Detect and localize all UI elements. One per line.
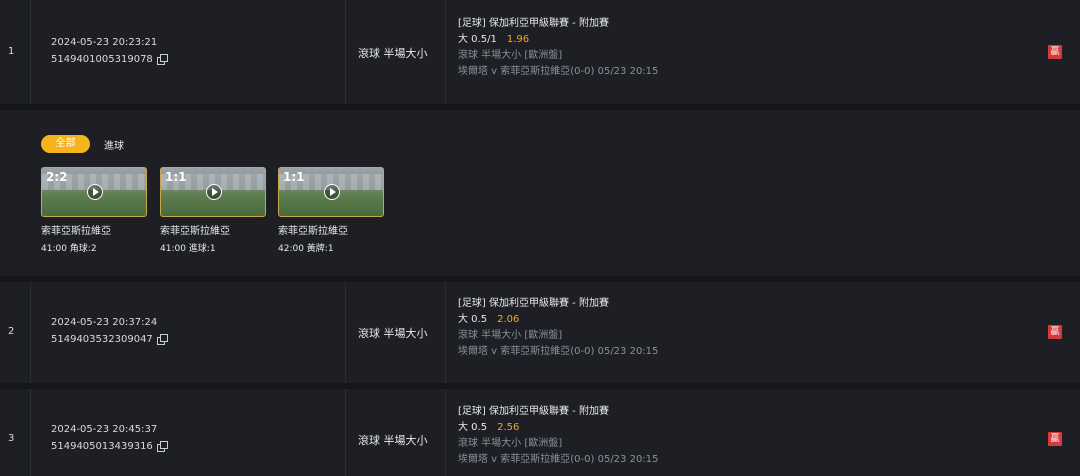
pick: 大 0.5/1	[458, 34, 497, 45]
pick-line: 大 0.5 2.06	[458, 312, 658, 328]
bet-detail: [足球] 保加利亞甲級聯賽 - 附加賽 大 0.5 2.06 滾球 半場大小 [歐…	[458, 296, 658, 360]
clip-thumbnail[interactable]: 2:2	[41, 167, 147, 217]
clip-event: 41:00 進球:1	[160, 244, 216, 254]
divider	[30, 389, 31, 476]
divider	[445, 0, 446, 104]
highlights-panel: 全部 進球 2:2 索菲亞斯拉維亞 41:00 角球:2 1:1 索菲亞斯拉維亞…	[0, 110, 1080, 276]
divider	[445, 389, 446, 476]
bet-type: 滾球 半場大小	[358, 47, 428, 60]
clip-event: 42:00 黃牌:1	[278, 244, 334, 254]
market-info: 滾球 半場大小 [歐洲盤]	[458, 50, 563, 61]
divider	[30, 282, 31, 383]
clip-score: 1:1	[283, 170, 305, 184]
match-info: 埃爾塔 v 索菲亞斯拉維亞(0-0) 05/23 20:15	[458, 346, 659, 357]
highlight-clip[interactable]: 1:1 索菲亞斯拉維亞 42:00 黃牌:1	[278, 167, 384, 254]
pick: 大 0.5	[458, 422, 488, 433]
divider	[30, 0, 31, 104]
filter-goal-button[interactable]: 進球	[104, 137, 124, 152]
pick-line: 大 0.5 2.56	[458, 420, 658, 436]
bet-type: 滾球 半場大小	[358, 327, 428, 340]
order-id: 5149403532309047	[51, 334, 168, 345]
clip-thumbnail[interactable]: 1:1	[160, 167, 266, 217]
market-info: 滾球 半場大小 [歐洲盤]	[458, 330, 563, 341]
bet-time: 2024-05-23 20:23:21	[51, 37, 158, 48]
league-name: [足球] 保加利亞甲級聯賽 - 附加賽	[458, 406, 609, 417]
divider	[445, 282, 446, 383]
bet-row: 1 2024-05-23 20:23:21 5149401005319078 滾…	[0, 0, 1080, 104]
play-icon[interactable]	[324, 184, 340, 200]
play-icon[interactable]	[206, 184, 222, 200]
clip-thumbnail[interactable]: 1:1	[278, 167, 384, 217]
order-id-text: 5149403532309047	[51, 334, 153, 345]
league-name: [足球] 保加利亞甲級聯賽 - 附加賽	[458, 298, 609, 309]
bet-time: 2024-05-23 20:37:24	[51, 317, 158, 328]
divider	[345, 282, 346, 383]
market-info: 滾球 半場大小 [歐洲盤]	[458, 438, 563, 449]
win-badge: 贏	[1048, 432, 1062, 446]
pick-line: 大 0.5/1 1.96	[458, 32, 658, 48]
pick: 大 0.5	[458, 314, 488, 325]
copy-icon[interactable]	[156, 54, 168, 65]
clip-team: 索菲亞斯拉維亞	[41, 226, 111, 237]
divider	[345, 0, 346, 104]
highlight-clip[interactable]: 1:1 索菲亞斯拉維亞 41:00 進球:1	[160, 167, 266, 254]
play-icon[interactable]	[87, 184, 103, 200]
clip-score: 2:2	[46, 170, 68, 184]
highlight-clip[interactable]: 2:2 索菲亞斯拉維亞 41:00 角球:2	[41, 167, 147, 254]
row-index: 2	[8, 326, 15, 337]
row-index: 1	[8, 46, 15, 57]
copy-icon[interactable]	[156, 334, 168, 345]
order-id-text: 5149401005319078	[51, 54, 153, 65]
odds: 2.06	[497, 314, 520, 325]
bet-detail: [足球] 保加利亞甲級聯賽 - 附加賽 大 0.5/1 1.96 滾球 半場大小 …	[458, 16, 658, 80]
order-id: 5149401005319078	[51, 54, 168, 65]
clip-score: 1:1	[165, 170, 187, 184]
bet-type: 滾球 半場大小	[358, 434, 428, 447]
match-info: 埃爾塔 v 索菲亞斯拉維亞(0-0) 05/23 20:15	[458, 66, 659, 77]
order-id: 5149405013439316	[51, 441, 168, 452]
bet-time: 2024-05-23 20:45:37	[51, 424, 158, 435]
clip-team: 索菲亞斯拉維亞	[160, 226, 230, 237]
win-badge: 贏	[1048, 45, 1062, 59]
row-index: 3	[8, 433, 15, 444]
win-badge: 贏	[1048, 325, 1062, 339]
league-name: [足球] 保加利亞甲級聯賽 - 附加賽	[458, 18, 609, 29]
odds: 1.96	[506, 34, 530, 45]
bet-detail: [足球] 保加利亞甲級聯賽 - 附加賽 大 0.5 2.56 滾球 半場大小 [歐…	[458, 404, 658, 468]
filter-all-button[interactable]: 全部	[41, 135, 90, 153]
order-id-text: 5149405013439316	[51, 441, 153, 452]
clip-team: 索菲亞斯拉維亞	[278, 226, 348, 237]
copy-icon[interactable]	[156, 441, 168, 452]
match-info: 埃爾塔 v 索菲亞斯拉維亞(0-0) 05/23 20:15	[458, 454, 659, 465]
bet-row: 2 2024-05-23 20:37:24 5149403532309047 滾…	[0, 282, 1080, 383]
clip-event: 41:00 角球:2	[41, 244, 97, 254]
bet-row: 3 2024-05-23 20:45:37 5149405013439316 滾…	[0, 389, 1080, 476]
odds: 2.56	[497, 422, 520, 433]
divider	[345, 389, 346, 476]
